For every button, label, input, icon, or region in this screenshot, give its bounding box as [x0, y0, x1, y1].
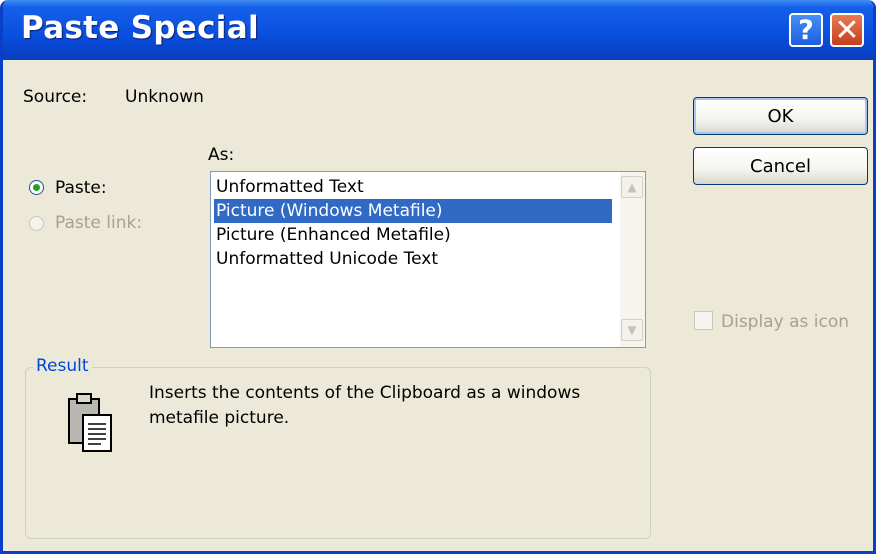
- paste-radio[interactable]: [29, 180, 44, 195]
- display-as-icon-checkbox[interactable]: [694, 311, 713, 330]
- list-item-selected[interactable]: Picture (Windows Metafile): [214, 199, 612, 223]
- as-label: As:: [208, 145, 235, 165]
- list-item[interactable]: Unformatted Unicode Text: [214, 247, 438, 271]
- help-button[interactable]: ?: [789, 13, 823, 47]
- clipboard-icon: [68, 393, 112, 452]
- ok-button[interactable]: OK: [693, 97, 868, 135]
- as-format-list[interactable]: Unformatted Text Picture (Windows Metafi…: [210, 171, 646, 348]
- list-scrollbar[interactable]: ▲ ▼: [620, 172, 645, 347]
- source-value: Unknown: [125, 87, 204, 107]
- title-bar[interactable]: Paste Special ? ✕: [3, 0, 873, 60]
- result-description-line2: metafile picture.: [149, 408, 290, 428]
- close-icon: ✕: [834, 12, 860, 48]
- result-group-label: Result: [33, 356, 92, 376]
- cancel-button[interactable]: Cancel: [693, 147, 868, 185]
- list-item[interactable]: Picture (Enhanced Metafile): [214, 223, 451, 247]
- close-button[interactable]: ✕: [830, 12, 864, 48]
- list-item[interactable]: Unformatted Text: [214, 175, 364, 199]
- help-icon: ?: [798, 14, 814, 46]
- paste-link-radio-label[interactable]: Paste link:: [55, 213, 142, 233]
- display-as-icon-label[interactable]: Display as icon: [721, 312, 849, 332]
- radio-selected-dot: [33, 184, 40, 191]
- result-description-line1: Inserts the contents of the Clipboard as…: [149, 383, 581, 403]
- paste-special-dialog: Paste Special ? ✕ Source: Unknown As: Pa…: [0, 0, 876, 554]
- scroll-down-icon[interactable]: ▼: [621, 319, 643, 341]
- paste-radio-label[interactable]: Paste:: [55, 178, 107, 198]
- scroll-up-icon[interactable]: ▲: [621, 176, 643, 198]
- source-label: Source:: [23, 87, 88, 107]
- dialog-title: Paste Special: [21, 10, 259, 46]
- paste-link-radio[interactable]: [29, 216, 44, 231]
